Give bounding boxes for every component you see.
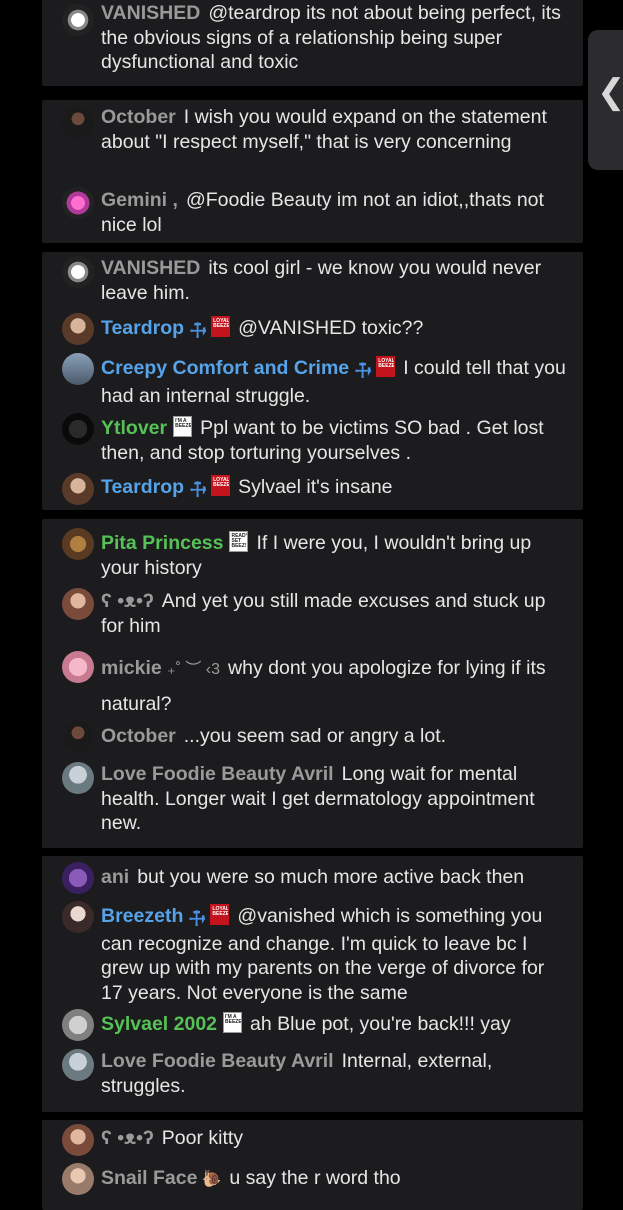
- avatar-ytlover[interactable]: [62, 413, 94, 445]
- avatar-creepy-comfort[interactable]: [62, 353, 94, 385]
- comment-group: VANISHED @teardrop its not about being pe…: [42, 0, 583, 86]
- comment-group: ani but you were so much more active back…: [42, 856, 583, 1112]
- comment-group: ʕ •ᴥ•ʔ Poor kitty Snail Face 🐌 u say the r …: [42, 1120, 583, 1210]
- avatar-snail-face[interactable]: [62, 1163, 94, 1195]
- username[interactable]: Snail Face: [101, 1167, 197, 1189]
- loyalty-badge-icon: LOYALTY BEEZER: [376, 356, 396, 377]
- username[interactable]: Pita Princess: [101, 532, 223, 554]
- avatar-love-foodie-beauty-avril[interactable]: [62, 762, 94, 794]
- comment-group: VANISHED its cool girl - we know you woul…: [42, 252, 583, 510]
- collapse-side-panel-button[interactable]: ❮: [588, 30, 623, 170]
- avatar-gemini[interactable]: [62, 187, 94, 219]
- avatar-bear[interactable]: [62, 588, 94, 620]
- beezer-badge-icon: I'M A BEEZER: [173, 416, 193, 437]
- username[interactable]: ʕ •ᴥ•ʔ: [101, 590, 154, 612]
- username[interactable]: Sylvael 2002: [101, 1013, 217, 1035]
- username[interactable]: Creepy Comfort and Crime: [101, 357, 349, 379]
- username[interactable]: ʕ •ᴥ•ʔ: [101, 1127, 154, 1149]
- avatar-mickie[interactable]: [62, 651, 94, 683]
- comment-text: ...you seem sad or angry a lot.: [183, 725, 447, 747]
- avatar-bear[interactable]: [62, 1124, 94, 1156]
- beezer-badge-icon: I'M A BEEZER: [223, 1012, 243, 1033]
- avatar-october[interactable]: [62, 720, 94, 752]
- comment-text: Ppl want to be victims SO bad . Get lost…: [101, 417, 544, 464]
- username[interactable]: Love Foodie Beauty Avril: [101, 763, 334, 785]
- comment-group: Pita Princess READY SET BEEZ! If I were yo…: [42, 519, 583, 848]
- avatar-october[interactable]: [62, 106, 94, 138]
- wrench-icon: ⚒: [183, 317, 211, 345]
- snail-icon: 🐌: [201, 1171, 222, 1188]
- avatar-love-foodie-beauty-avril[interactable]: [62, 1049, 94, 1081]
- username[interactable]: Breezeth: [101, 905, 183, 927]
- avatar-pita-princess[interactable]: [62, 528, 94, 560]
- chevron-left-icon: ❮: [597, 73, 623, 111]
- avatar-vanished[interactable]: [62, 4, 94, 36]
- username[interactable]: mickie: [101, 657, 162, 679]
- avatar-breezeth[interactable]: [62, 901, 94, 933]
- comment-text: u say the r word tho: [229, 1167, 401, 1189]
- comment-text: ah Blue pot, you're back!!! yay: [250, 1013, 511, 1035]
- comment-text: And yet you still made excuses and stuck…: [101, 590, 546, 637]
- username[interactable]: VANISHED: [101, 2, 200, 24]
- comment-text: but you were so much more active back th…: [137, 866, 525, 888]
- username-decoration: ₊˚ ︶ ‹3: [167, 661, 221, 678]
- username[interactable]: October: [101, 106, 176, 128]
- comment-group: October I wish you would expand on the st…: [42, 100, 583, 243]
- comment-text: Sylvael it's insane: [238, 476, 393, 498]
- avatar-sylvael-2002[interactable]: [62, 1009, 94, 1041]
- loyalty-badge-icon: LOYALTY BEEZER: [211, 316, 231, 337]
- username[interactable]: October: [101, 725, 176, 747]
- wrench-icon: ⚒: [182, 905, 210, 933]
- loyalty-badge-icon: LOYALTY BEEZER: [211, 475, 231, 496]
- avatar-vanished[interactable]: [62, 256, 94, 288]
- wrench-icon: ⚒: [183, 476, 211, 504]
- username[interactable]: ani: [101, 866, 129, 888]
- wrench-icon: ⚒: [348, 357, 376, 385]
- username[interactable]: Love Foodie Beauty Avril: [101, 1050, 334, 1072]
- comment-text: @VANISHED toxic??: [238, 317, 424, 339]
- username[interactable]: Teardrop: [101, 317, 184, 339]
- loyalty-badge-icon: LOYALTY BEEZER: [210, 904, 230, 925]
- username[interactable]: Teardrop: [101, 476, 184, 498]
- avatar-ani[interactable]: [62, 862, 94, 894]
- avatar-teardrop[interactable]: [62, 473, 94, 505]
- username[interactable]: Ytlover: [101, 417, 167, 439]
- username[interactable]: Gemini ,: [101, 189, 178, 211]
- avatar-teardrop[interactable]: [62, 313, 94, 345]
- beezer-badge-icon: READY SET BEEZ!: [229, 531, 249, 552]
- comment-text: Poor kitty: [161, 1127, 244, 1149]
- username[interactable]: VANISHED: [101, 257, 200, 279]
